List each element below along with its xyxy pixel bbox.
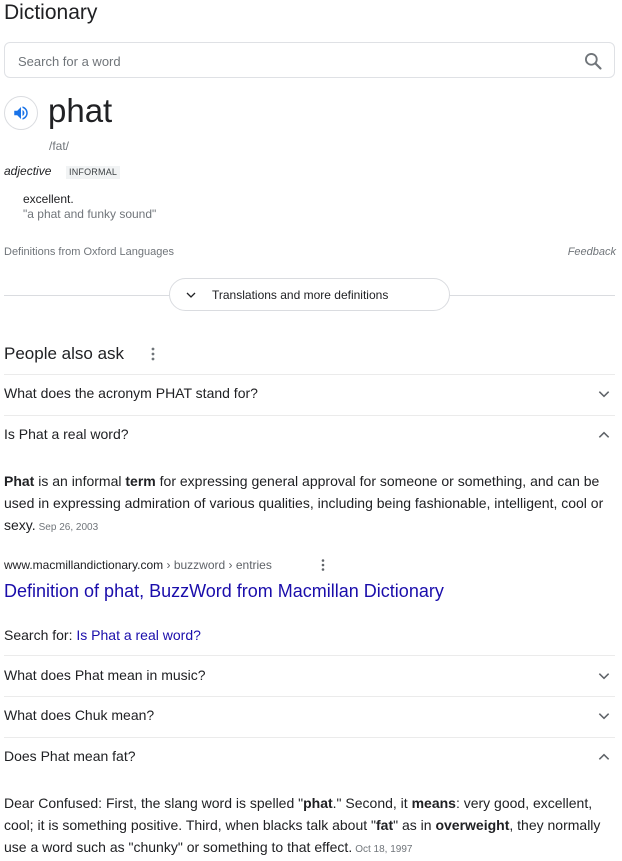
word-search-input[interactable]: [18, 51, 558, 71]
page: Dictionary phat /fat/ adjective INFORMAL…: [0, 0, 622, 861]
question-row[interactable]: What does the acronym PHAT stand for?: [4, 374, 615, 414]
answer-snippet: Dear Confused: First, the slang word is …: [4, 792, 612, 861]
definitions-source: Definitions from Oxford Languages: [4, 246, 174, 258]
search-icon[interactable]: [583, 51, 603, 71]
search-for: Search for: Is Phat a real word?: [4, 627, 201, 643]
chevron-up-icon: [598, 431, 610, 438]
question-text: Is Phat a real word?: [4, 426, 129, 442]
dictionary-search-box[interactable]: [4, 42, 615, 78]
search-for-link[interactable]: Is Phat a real word?: [76, 627, 201, 643]
question-text: What does Phat mean in music?: [4, 667, 206, 683]
answer-bold-lead: Phat: [4, 473, 35, 489]
answer-text: ." Second, it: [332, 795, 412, 811]
citation-path: › buzzword › entries: [163, 558, 272, 572]
question-text: What does the acronym PHAT stand for?: [4, 385, 258, 401]
answer-text: is an informal: [34, 473, 126, 489]
answer-bold: means: [411, 795, 456, 811]
part-of-speech: adjective: [4, 164, 52, 178]
question-row[interactable]: What does Phat mean in music?: [4, 656, 615, 696]
chevron-down-icon: [598, 391, 610, 398]
answer-text: Dear Confused: First, the slang word is …: [4, 795, 304, 811]
search-for-label: Search for:: [4, 627, 77, 643]
answer-date: Oct 18, 1997: [355, 844, 413, 855]
question-row[interactable]: Does Phat mean fat?: [4, 737, 615, 777]
result-title-link[interactable]: Definition of phat, BuzzWord from Macmil…: [4, 579, 444, 603]
question-row[interactable]: What does Chuk mean?: [4, 696, 615, 736]
dictionary-title: Dictionary: [4, 1, 98, 24]
answer-snippet: Phat is an informal term for expressing …: [4, 470, 610, 539]
feedback-link[interactable]: Feedback: [568, 246, 616, 258]
register-badge: INFORMAL: [66, 166, 121, 179]
headword: phat: [48, 92, 113, 129]
people-also-ask-title: People also ask: [4, 344, 125, 363]
answer-bold: phat: [303, 795, 333, 811]
chevron-up-icon: [598, 753, 610, 760]
answer-date: Sep 26, 2003: [38, 522, 99, 533]
chevron-down-icon: [186, 292, 196, 298]
result-citation: www.macmillandictionary.com › buzzword ›…: [4, 558, 272, 572]
answer-bold: overweight: [435, 817, 510, 833]
more-definitions-button[interactable]: Translations and more definitions: [169, 278, 450, 311]
question-row[interactable]: Is Phat a real word?: [4, 415, 615, 455]
speaker-icon: [14, 106, 28, 120]
citation-domain: www.macmillandictionary.com: [4, 558, 164, 572]
answer-bold: fat: [376, 817, 394, 833]
definition-example: "a phat and funky sound": [23, 207, 157, 221]
question-text: What does Chuk mean?: [4, 707, 155, 723]
pronunciation-button[interactable]: [4, 96, 38, 130]
definition-text: excellent.: [23, 192, 74, 206]
question-text: Does Phat mean fat?: [4, 748, 136, 764]
more-options-icon[interactable]: [319, 558, 327, 572]
chevron-down-icon: [598, 713, 610, 720]
answer-text: " as in: [393, 817, 436, 833]
answer-bold-term: term: [125, 473, 156, 489]
more-options-icon[interactable]: [149, 346, 157, 362]
chevron-down-icon: [598, 673, 610, 680]
more-definitions-label: Translations and more definitions: [212, 287, 389, 302]
phonetic-spelling: /fat/: [49, 139, 70, 153]
